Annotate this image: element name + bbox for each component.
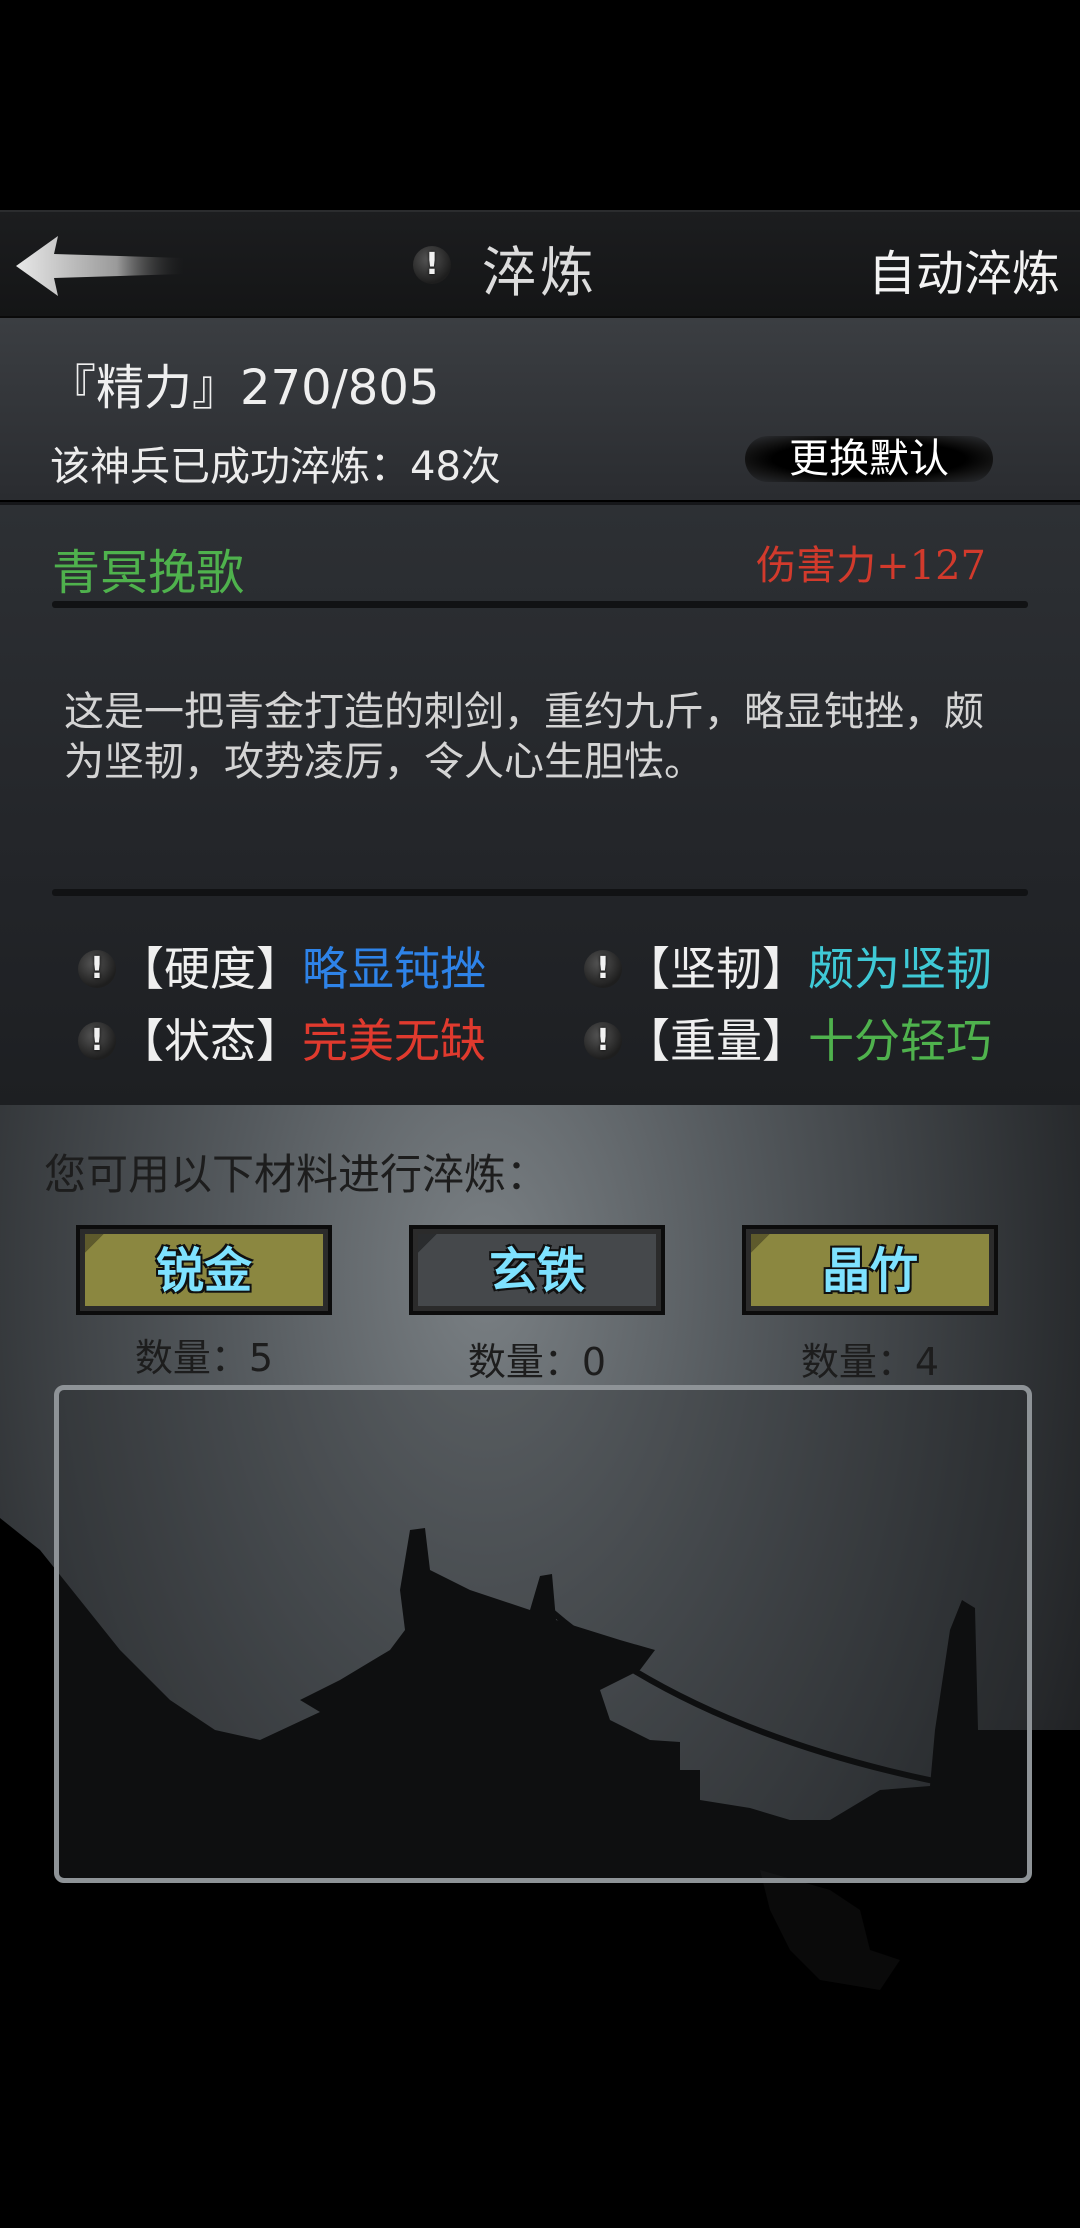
- divider: [52, 889, 1028, 896]
- attribute-value: 十分轻巧: [808, 1014, 992, 1068]
- material-label: 锐金: [85, 1234, 323, 1306]
- weapon-name: 青冥挽歌: [52, 545, 245, 601]
- title-info-icon[interactable]: !: [413, 246, 451, 284]
- material-count: 数量：5: [134, 1336, 274, 1380]
- toughness-info-icon[interactable]: !: [584, 949, 622, 988]
- material-label: 玄铁: [418, 1234, 656, 1306]
- attribute-value: 完美无缺: [302, 1014, 486, 1068]
- divider: [52, 601, 1028, 608]
- energy-counter: 『精力』270/805: [48, 360, 440, 416]
- weapon-panel: 青冥挽歌 伤害力+127 这是一把青金打造的刺剑，重约九斤，略显钝挫，颇为坚韧，…: [0, 502, 1080, 1108]
- attribute-condition: ! 【状态】完美无缺: [78, 1005, 486, 1071]
- attribute-value: 略显钝挫: [302, 942, 486, 996]
- back-arrow-icon[interactable]: [14, 234, 184, 298]
- auto-refine-button[interactable]: 自动淬炼: [868, 234, 1060, 304]
- material-button-jingzhu[interactable]: 晶竹: [742, 1225, 998, 1315]
- attribute-hardness: ! 【硬度】略显钝挫: [78, 933, 486, 999]
- change-default-button[interactable]: 更换默认: [745, 436, 993, 482]
- material-button-xuantie[interactable]: 玄铁: [409, 1225, 665, 1315]
- attribute-value: 颇为坚韧: [808, 942, 992, 996]
- material-label: 晶竹: [751, 1234, 989, 1306]
- weapon-damage: 伤害力+127: [756, 543, 986, 589]
- attribute-label: 【状态】: [118, 1014, 302, 1068]
- attribute-label: 【坚韧】: [624, 942, 808, 996]
- top-bar: ! 淬炼 自动淬炼: [0, 210, 1080, 320]
- attribute-toughness: ! 【坚韧】颇为坚韧: [584, 933, 992, 999]
- weight-info-icon[interactable]: !: [584, 1021, 622, 1060]
- attribute-label: 【硬度】: [118, 942, 302, 996]
- hardness-info-icon[interactable]: !: [78, 949, 116, 988]
- attribute-weight: ! 【重量】十分轻巧: [584, 1005, 992, 1071]
- material-count: 数量：0: [467, 1340, 607, 1384]
- material-button-ruijin[interactable]: 锐金: [76, 1225, 332, 1315]
- materials-prompt: 您可用以下材料进行淬炼：: [44, 1150, 549, 1199]
- page-title: 淬炼: [482, 241, 598, 304]
- material-count: 数量：4: [800, 1340, 940, 1384]
- refine-display-box: [54, 1385, 1032, 1883]
- info-panel: 『精力』270/805 该神兵已成功淬炼：48次 更换默认: [0, 318, 1080, 500]
- refined-count: 该神兵已成功淬炼：48次: [50, 444, 501, 490]
- weapon-description: 这是一把青金打造的刺剑，重约九斤，略显钝挫，颇为坚韧，攻势凌厉，令人心生胆怯。: [64, 689, 984, 785]
- attribute-label: 【重量】: [624, 1014, 808, 1068]
- condition-info-icon[interactable]: !: [78, 1021, 116, 1060]
